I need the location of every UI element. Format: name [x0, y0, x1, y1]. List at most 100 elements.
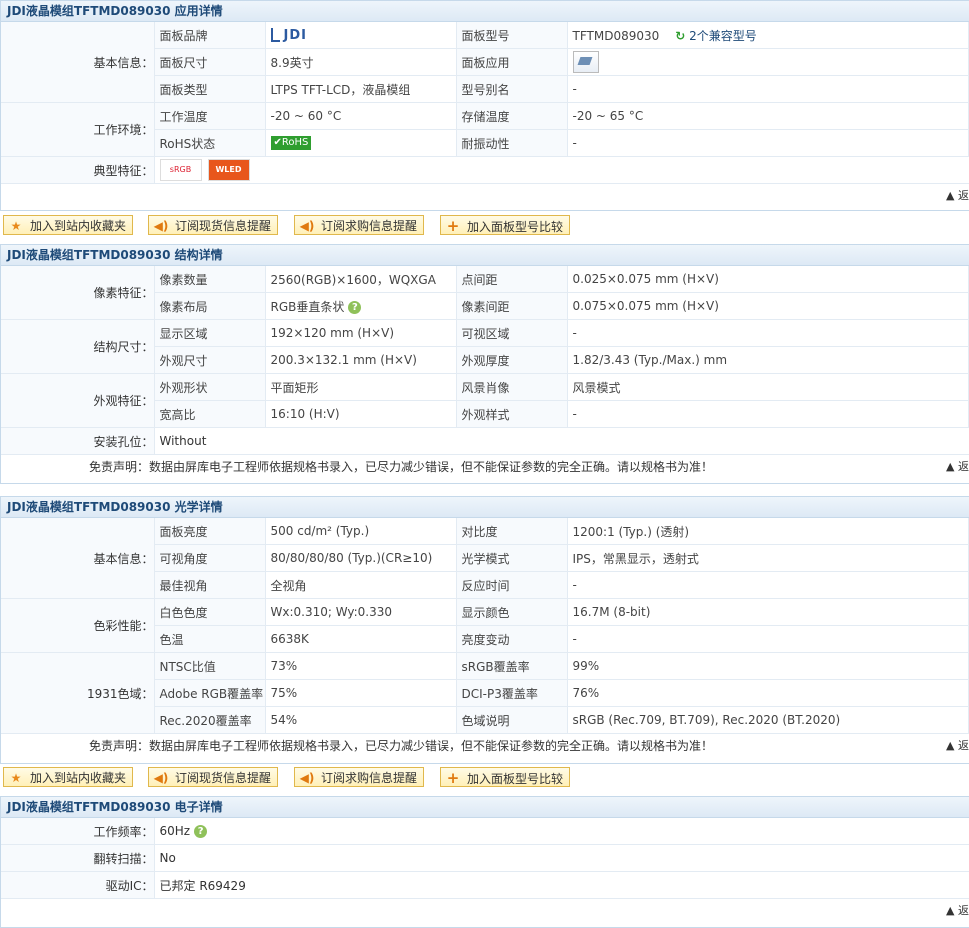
- field-label: 外观尺寸: [154, 346, 266, 374]
- field-value: 1.82/3.43 (Typ./Max.) mm: [567, 346, 969, 374]
- tablet-icon[interactable]: [572, 51, 599, 73]
- add-favorites-button[interactable]: ★ 加入到站内收藏夹: [3, 215, 134, 235]
- speaker-icon: ◀): [299, 771, 315, 785]
- field-value: 192×120 mm (H×V): [265, 319, 457, 347]
- field-label: 亮度变动: [456, 625, 568, 653]
- subscribe-stock-button[interactable]: ◀) 订阅现货信息提醒: [148, 767, 279, 787]
- field-value: 0.075×0.075 mm (H×V): [567, 292, 969, 320]
- field-label: 型号别名: [456, 75, 568, 103]
- field-value: sRGB (Rec.709, BT.709), Rec.2020 (BT.202…: [567, 706, 969, 734]
- field-label: Rec.2020覆盖率: [154, 706, 266, 734]
- application-table: 基本信息： 面板品牌 JDI 面板型号 TFTMD089030 ↻ 2个兼容型号 …: [1, 22, 969, 184]
- field-value: 0.025×0.075 mm (H×V): [567, 266, 969, 293]
- structure-table: 像素特征： 像素数量 2560(RGB)×1600，WQXGA 点间距 0.02…: [1, 266, 969, 455]
- field-value: 80/80/80/80 (Typ.)(CR≥10): [265, 544, 457, 572]
- field-label: 风景肖像: [456, 373, 568, 401]
- field-value: 75%: [265, 679, 457, 707]
- add-compare-button[interactable]: + 加入面板型号比较: [440, 767, 571, 787]
- group-label: 1931色域：: [1, 652, 155, 734]
- back-to-top-link[interactable]: ▲ 返: [946, 899, 969, 923]
- group-label: 像素特征：: [1, 266, 155, 320]
- plus-icon: +: [446, 769, 460, 787]
- field-label: 对比度: [456, 518, 568, 545]
- subscribe-buy-button[interactable]: ◀) 订阅求购信息提醒: [294, 767, 425, 787]
- speaker-icon: ◀): [153, 219, 169, 233]
- field-value: IPS，常黑显示，透射式: [567, 544, 969, 572]
- back-to-top-link[interactable]: ▲ 返: [946, 184, 969, 208]
- group-label: 工作环境：: [1, 102, 155, 157]
- field-value: 54%: [265, 706, 457, 734]
- field-label: 最佳视角: [154, 571, 266, 599]
- field-value: LTPS TFT-LCD，液晶模组: [265, 75, 457, 103]
- add-favorites-button[interactable]: ★ 加入到站内收藏夹: [3, 767, 134, 787]
- field-label: 像素布局: [154, 292, 266, 320]
- field-value: TFTMD089030 ↻ 2个兼容型号: [567, 22, 969, 49]
- field-label: NTSC比值: [154, 652, 266, 680]
- field-label: 像素数量: [154, 266, 266, 293]
- field-label: 外观形状: [154, 373, 266, 401]
- electrical-table: 工作频率： 60Hz? 翻转扫描： No 驱动IC： 已邦定 R69429: [1, 818, 969, 899]
- field-value: -: [567, 571, 969, 599]
- field-value: 平面矩形: [265, 373, 457, 401]
- refresh-icon: ↻: [675, 28, 686, 43]
- field-label: 存储温度: [456, 102, 568, 130]
- field-label: 显示颜色: [456, 598, 568, 626]
- add-compare-button[interactable]: + 加入面板型号比较: [440, 215, 571, 235]
- field-value: 已邦定 R69429: [154, 871, 969, 899]
- group-label: 基本信息：: [1, 518, 155, 599]
- back-to-top-link[interactable]: ▲ 返: [946, 734, 969, 758]
- back-to-top-link[interactable]: ▲ 返: [946, 455, 969, 479]
- help-icon[interactable]: ?: [348, 300, 362, 314]
- field-value: 500 cd/m² (Typ.): [265, 518, 457, 545]
- star-icon: ★: [10, 219, 22, 233]
- feature-icons: sRGB WLED: [154, 156, 969, 184]
- group-label: 典型特征：: [1, 156, 155, 184]
- application-section: JDI液晶模组TFTMD089030 应用详情 基本信息： 面板品牌 JDI 面…: [0, 0, 969, 211]
- field-value: 73%: [265, 652, 457, 680]
- section-title: JDI液晶模组TFTMD089030 光学详情: [1, 497, 969, 518]
- field-label: 可视区域: [456, 319, 568, 347]
- disclaimer: 免责声明：数据由屏库电子工程师依据规格书录入，已尽力减少错误，但不能保证参数的完…: [89, 460, 714, 474]
- field-value: 1200:1 (Typ.) (透射): [567, 518, 969, 545]
- star-icon: ★: [10, 771, 22, 785]
- action-bar: ★ 加入到站内收藏夹 ◀) 订阅现货信息提醒 ◀) 订阅求购信息提醒 + 加入面板型号比…: [0, 212, 969, 238]
- field-value: 风景模式: [567, 373, 969, 401]
- field-value: -: [567, 400, 969, 428]
- section-footer: ▲ 返: [1, 899, 969, 923]
- field-value: 99%: [567, 652, 969, 680]
- field-label: 面板类型: [154, 75, 266, 103]
- wled-icon[interactable]: WLED: [207, 159, 250, 181]
- speaker-icon: ◀): [299, 219, 315, 233]
- electrical-section: JDI液晶模组TFTMD089030 电子详情 工作频率： 60Hz? 翻转扫描…: [0, 796, 969, 928]
- disclaimer: 免责声明：数据由屏库电子工程师依据规格书录入，已尽力减少错误，但不能保证参数的完…: [89, 739, 714, 753]
- srgb-icon[interactable]: sRGB: [159, 159, 202, 181]
- subscribe-buy-button[interactable]: ◀) 订阅求购信息提醒: [294, 215, 425, 235]
- field-label: 光学模式: [456, 544, 568, 572]
- field-label: 面板型号: [456, 22, 568, 49]
- field-value: -20 ~ 60 °C: [265, 102, 457, 130]
- field-value: RGB垂直条状?: [265, 292, 457, 320]
- jdi-logo-icon: [270, 28, 280, 42]
- subscribe-stock-button[interactable]: ◀) 订阅现货信息提醒: [148, 215, 279, 235]
- compatible-models-link[interactable]: 2个兼容型号: [689, 29, 757, 43]
- help-icon[interactable]: ?: [194, 825, 208, 838]
- field-value: 2560(RGB)×1600，WQXGA: [265, 266, 457, 293]
- section-footer: ▲ 返: [1, 184, 969, 208]
- field-label: 驱动IC：: [1, 871, 155, 899]
- group-label: 色彩性能：: [1, 598, 155, 653]
- field-label: 可视角度: [154, 544, 266, 572]
- field-label: 工作频率：: [1, 818, 155, 845]
- speaker-icon: ◀): [153, 771, 169, 785]
- field-label: 宽高比: [154, 400, 266, 428]
- field-value: 8.9英寸: [265, 48, 457, 76]
- field-label: 面板亮度: [154, 518, 266, 545]
- section-title: JDI液晶模组TFTMD089030 结构详情: [1, 245, 969, 266]
- field-value: Without: [154, 427, 969, 455]
- field-label: 白色色度: [154, 598, 266, 626]
- brand-logo[interactable]: JDI: [265, 22, 457, 49]
- field-label: 面板应用: [456, 48, 568, 76]
- field-value: -: [567, 319, 969, 347]
- structure-section: JDI液晶模组TFTMD089030 结构详情 像素特征： 像素数量 2560(…: [0, 244, 969, 484]
- field-value: 60Hz?: [154, 818, 969, 845]
- field-label: 面板品牌: [154, 22, 266, 49]
